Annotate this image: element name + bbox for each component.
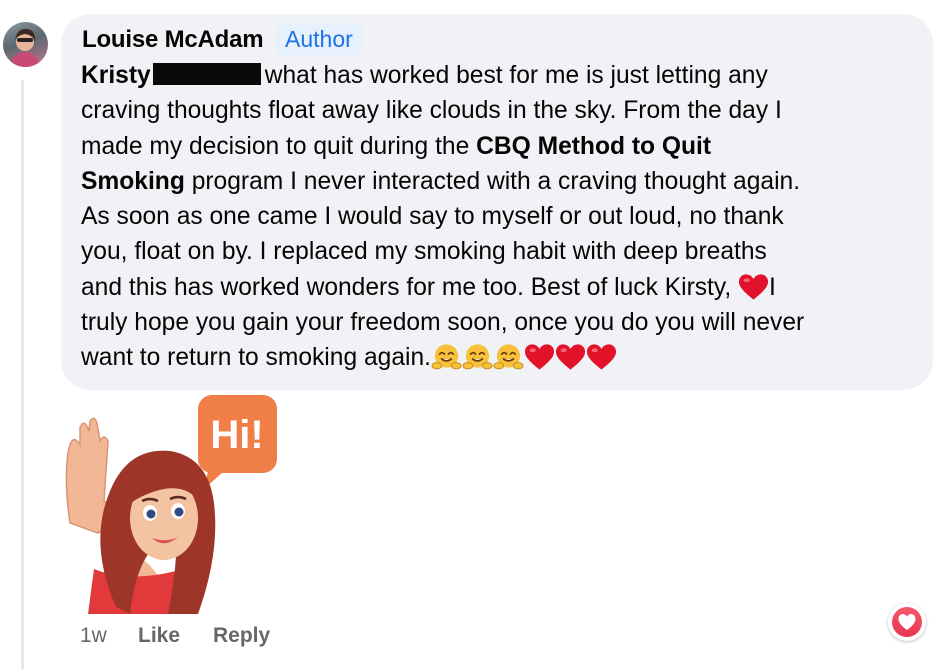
comment-line: and this has worked wonders for me too. … [81,270,919,305]
comment-text-segment: truly hope you gain your freedom soon, o… [81,309,805,337]
red-heart-emoji [555,343,586,371]
sticker-hi-text: Hi! [210,413,263,457]
red-heart-emoji [586,343,617,371]
heart-icon [898,614,916,630]
comment-line: Kristy what has worked best for me is jus… [81,58,919,93]
comment-text-segment: craving thoughts float away like clouds … [81,97,782,125]
reply-button[interactable]: Reply [213,624,270,648]
comment-text-segment: what has worked best for me is just lett… [264,62,768,89]
hugging-face-emoji [462,343,493,371]
avatar-sticker-art: Hi! [65,395,277,614]
comment-text-segment: program I never interacted with a cravin… [184,167,801,195]
comment-bold-segment: Smoking [81,167,185,195]
comment-line: you, float on by. I replaced my smoking … [81,234,919,269]
comment-text-segment: I [769,273,776,301]
hugging-face-emoji [493,343,524,371]
comment-text-segment: As soon as one came I would say to mysel… [81,203,784,231]
like-button[interactable]: Like [138,624,180,648]
comment-timestamp[interactable]: 1w [80,624,107,648]
mention-link[interactable]: Kristy [81,62,151,89]
comment-line: craving thoughts float away like clouds … [81,93,919,128]
red-heart-emoji [738,273,769,301]
comment-line: truly hope you gain your freedom soon, o… [81,305,919,340]
hi-avatar-sticker[interactable]: Hi! [58,393,279,614]
comment-line: As soon as one came I would say to mysel… [81,199,919,234]
comment-text: Kristy what has worked best for me is jus… [81,58,919,376]
comment-line: want to return to smoking again. [81,340,919,375]
thread-line [21,80,24,669]
author-name[interactable]: Louise McAdam [82,26,264,54]
love-reaction-badge[interactable] [888,603,926,641]
comment-text-segment: made my decision to quit during the [81,132,477,160]
comment-line: made my decision to quit during the CBQ … [81,129,919,164]
avatar[interactable] [3,22,48,67]
comment-text-segment: want to return to smoking again. [81,344,431,372]
redaction-bar [152,63,261,85]
comment-text-segment: you, float on by. I replaced my smoking … [81,238,767,266]
comment-bold-segment: CBQ Method to Quit [476,132,712,160]
comment-line: Smoking program I never interacted with … [81,164,919,199]
red-heart-emoji [524,343,555,371]
comment-text-segment: and this has worked wonders for me too. … [81,273,739,301]
avatar-photo [9,28,41,67]
love-reaction-circle [892,607,922,637]
author-badge: Author [276,23,362,55]
hugging-face-emoji [431,343,462,371]
